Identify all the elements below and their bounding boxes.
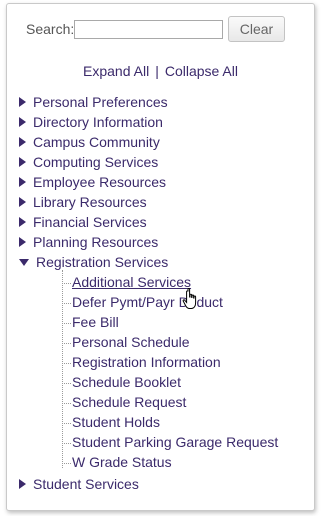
menu-item-label: Campus Community	[33, 134, 160, 150]
menu-item-employee-resources[interactable]: Employee Resources	[19, 174, 166, 194]
submenu-item-additional-services[interactable]: Additional Services	[62, 274, 191, 294]
tree-connector	[62, 382, 71, 384]
submenu-item-student-holds[interactable]: Student Holds	[62, 414, 160, 434]
tree-connector	[62, 422, 71, 424]
navigation-panel: Search: Clear Expand All | Collapse All Pe…	[6, 3, 315, 511]
tree-connector	[62, 302, 71, 304]
triangle-right-icon	[19, 137, 26, 148]
submenu-item-personal-schedule[interactable]: Personal Schedule	[62, 334, 190, 354]
menu-item-computing-services[interactable]: Computing Services	[19, 154, 158, 174]
menu-item-label: Personal Preferences	[33, 94, 168, 110]
menu-item-directory-information[interactable]: Directory Information	[19, 114, 163, 134]
menu-item-label: Financial Services	[33, 214, 147, 230]
submenu-item-label: Personal Schedule	[72, 334, 190, 350]
menu-item-financial-services[interactable]: Financial Services	[19, 214, 147, 234]
tree-connector	[62, 442, 71, 444]
expand-collapse-controls: Expand All | Collapse All	[7, 63, 314, 79]
menu-item-label: Student Services	[33, 476, 139, 492]
hand-pointer-icon	[182, 288, 197, 309]
submenu-item-label: Registration Information	[72, 354, 221, 370]
submenu-item-label: Defer Pymt/Payr Deduct	[72, 294, 223, 310]
submenu-item-w-grade-status[interactable]: W Grade Status	[62, 454, 172, 474]
menu-item-registration-services[interactable]: Registration Services	[19, 254, 168, 274]
clear-button[interactable]: Clear	[228, 16, 285, 42]
triangle-right-icon	[19, 97, 26, 108]
submenu-item-fee-bill[interactable]: Fee Bill	[62, 314, 119, 334]
submenu-item-label: Schedule Booklet	[72, 374, 181, 390]
menu-item-personal-preferences[interactable]: Personal Preferences	[19, 94, 168, 114]
submenu-item-label: Fee Bill	[72, 314, 119, 330]
submenu-item-label: W Grade Status	[72, 454, 172, 470]
triangle-right-icon	[19, 237, 26, 248]
menu-item-planning-resources[interactable]: Planning Resources	[19, 234, 158, 254]
separator: |	[155, 63, 159, 79]
tree-connector	[62, 362, 71, 364]
menu-item-campus-community[interactable]: Campus Community	[19, 134, 160, 154]
triangle-down-icon	[19, 258, 29, 266]
menu-item-label: Planning Resources	[33, 234, 159, 250]
triangle-right-icon	[19, 157, 26, 168]
search-input[interactable]	[74, 20, 223, 39]
submenu-item-schedule-request[interactable]: Schedule Request	[62, 394, 186, 414]
menu-item-label: Computing Services	[33, 154, 159, 170]
submenu-item-label: Additional Services	[72, 274, 192, 290]
triangle-right-icon	[19, 479, 26, 490]
expand-all-link[interactable]: Expand All	[83, 63, 149, 79]
submenu-item-student-parking-garage-request[interactable]: Student Parking Garage Request	[62, 434, 278, 454]
triangle-right-icon	[19, 117, 26, 128]
search-label: Search:	[26, 21, 75, 37]
menu-item-label: Registration Services	[36, 254, 169, 270]
submenu-item-label: Schedule Request	[72, 394, 187, 410]
submenu-item-label: Student Parking Garage Request	[72, 434, 279, 450]
collapse-all-link[interactable]: Collapse All	[165, 63, 238, 79]
menu-item-label: Library Resources	[33, 194, 147, 210]
triangle-right-icon	[19, 197, 26, 208]
submenu-item-schedule-booklet[interactable]: Schedule Booklet	[62, 374, 181, 394]
menu-item-student-services[interactable]: Student Services	[19, 476, 139, 496]
tree-connector	[62, 402, 71, 404]
menu-item-label: Directory Information	[33, 114, 163, 130]
tree-connector	[62, 342, 71, 344]
triangle-right-icon	[19, 177, 26, 188]
tree-connector	[62, 462, 71, 464]
triangle-right-icon	[19, 217, 26, 228]
submenu-item-registration-information[interactable]: Registration Information	[62, 354, 221, 374]
tree-connector	[62, 322, 71, 324]
submenu-item-label: Student Holds	[72, 414, 160, 430]
menu-item-label: Employee Resources	[33, 174, 167, 190]
search-bar: Search: Clear	[7, 15, 314, 43]
tree-connector	[62, 282, 71, 284]
menu-item-library-resources[interactable]: Library Resources	[19, 194, 147, 214]
